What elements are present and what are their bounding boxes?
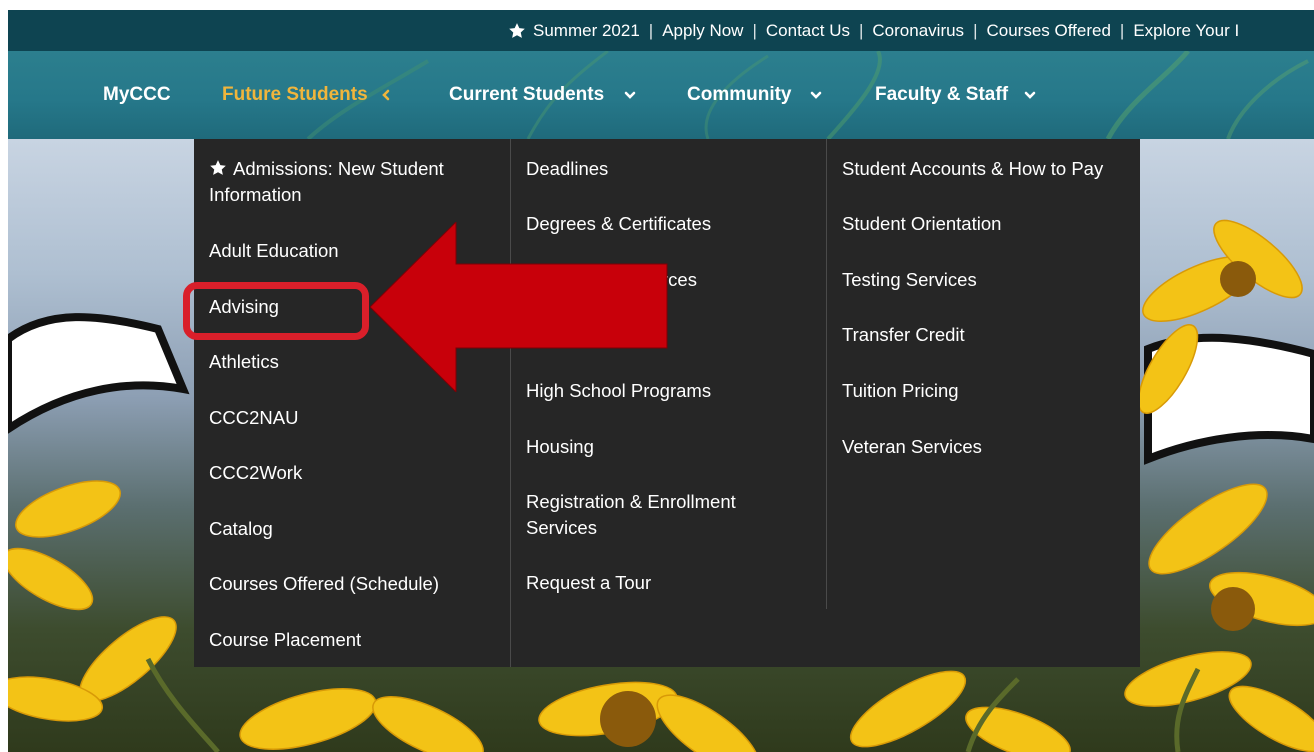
menu-item-athletics[interactable]: Athletics (209, 349, 279, 375)
menu-item-ccc2nau[interactable]: CCC2NAU (209, 405, 298, 431)
chevron-down-icon (1024, 91, 1036, 99)
nav-label: Current Students (449, 84, 605, 105)
menu-item-deadlines[interactable]: Deadlines (526, 156, 608, 182)
nav-item-community[interactable]: Community (687, 84, 822, 106)
menu-item-request-tour[interactable]: Request a Tour (526, 570, 651, 596)
utility-link-coronavirus[interactable]: Coronavirus (872, 21, 964, 41)
page-frame: Summer 2021 | Apply Now | Contact Us | C… (8, 10, 1314, 752)
menu-item-courses-offered[interactable]: Courses Offered (Schedule) (209, 571, 439, 597)
menu-item-label: Admissions: New Student Information (209, 158, 444, 205)
nav-item-current-students[interactable]: Current Students (449, 84, 636, 106)
separator: | (1119, 20, 1125, 40)
nav-item-myccc[interactable]: MyCCC (103, 84, 171, 106)
nav-item-future-students[interactable]: Future Students (222, 84, 392, 106)
menu-item-catalog[interactable]: Catalog (209, 516, 273, 542)
menu-item-course-placement[interactable]: Course Placement (209, 627, 361, 653)
menu-item-registration[interactable]: Registration & Enrollment Services (526, 489, 776, 541)
utility-link-summer-2021[interactable]: Summer 2021 (533, 21, 640, 41)
menu-item-veteran-services[interactable]: Veteran Services (842, 434, 982, 460)
separator: | (648, 20, 654, 40)
menu-item-tuition-pricing[interactable]: Tuition Pricing (842, 378, 959, 404)
menu-item-student-accounts[interactable]: Student Accounts & How to Pay (842, 156, 1103, 182)
future-students-dropdown: Admissions: New Student Information Adul… (194, 139, 1140, 667)
separator: | (973, 20, 978, 40)
chevron-down-icon (624, 91, 636, 99)
star-icon (509, 22, 525, 38)
menu-item-testing-services[interactable]: Testing Services (842, 267, 977, 293)
nav-item-faculty-staff[interactable]: Faculty & Staff (875, 84, 1036, 106)
utility-bar: Summer 2021 | Apply Now | Contact Us | C… (8, 10, 1314, 51)
menu-item-transfer-credit[interactable]: Transfer Credit (842, 322, 965, 348)
utility-link-courses-offered[interactable]: Courses Offered (986, 21, 1110, 41)
main-nav: MyCCC Future Students Current Students C… (8, 51, 1314, 139)
utility-link-explore[interactable]: Explore Your I (1133, 21, 1239, 41)
chevron-down-icon (810, 91, 821, 99)
dropdown-column-1: Admissions: New Student Information Adul… (194, 139, 511, 667)
chevron-left-icon (381, 89, 389, 101)
nav-label: Future Students (222, 84, 368, 105)
menu-item-adult-education[interactable]: Adult Education (209, 238, 339, 264)
menu-item-student-orientation[interactable]: Student Orientation (842, 211, 1001, 237)
grass-background (306, 51, 1309, 139)
advising-highlight-box (183, 282, 369, 340)
red-arrow-annotation (370, 222, 668, 392)
separator: | (858, 20, 864, 40)
star-icon (210, 160, 226, 175)
menu-item-ccc2work[interactable]: CCC2Work (209, 460, 302, 486)
utility-link-apply-now[interactable]: Apply Now (662, 21, 743, 41)
nav-label: MyCCC (103, 84, 171, 105)
menu-item-admissions[interactable]: Admissions: New Student Information (209, 156, 489, 208)
nav-label: Community (687, 84, 792, 105)
menu-item-housing[interactable]: Housing (526, 434, 594, 460)
utility-link-contact-us[interactable]: Contact Us (766, 21, 850, 41)
separator: | (752, 20, 757, 40)
nav-label: Faculty & Staff (875, 84, 1009, 105)
